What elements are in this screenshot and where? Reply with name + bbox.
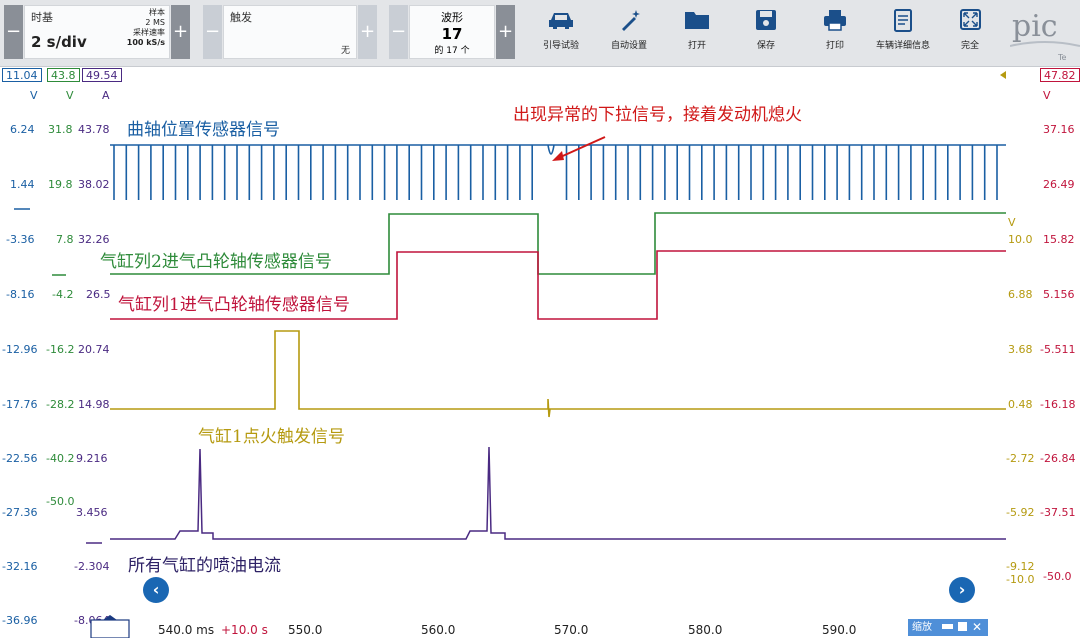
ignition-annotation: 气缸1点火触发信号 — [198, 427, 345, 447]
abnormal-pulldown-annotation: 出现异常的下拉信号，接着发动机熄火 — [513, 105, 802, 125]
auto-setup-button[interactable]: 自动设置 — [594, 4, 664, 62]
car-icon — [549, 13, 573, 29]
guided-test-button[interactable]: 引导试验 — [526, 4, 596, 62]
trigger-increase-button[interactable]: + — [358, 5, 377, 59]
fullscreen-label: 完全 — [960, 41, 979, 51]
open-button[interactable]: 打开 — [662, 4, 732, 62]
rate-label: 采样速率 — [133, 28, 165, 37]
save-button[interactable]: 保存 — [731, 4, 801, 62]
zoom-label: 缩放 — [912, 622, 932, 633]
x-axis-start: 540.0 ms — [158, 623, 215, 637]
svg-text:pic: pic — [1012, 9, 1058, 44]
vehicle-details-button[interactable]: 车辆详细信息 — [868, 4, 938, 62]
wand-icon — [622, 10, 640, 31]
time-ruler-handle — [90, 619, 130, 638]
trigger-mode: 无 — [340, 46, 350, 56]
injector-annotation: 所有气缸的喷油电流 — [128, 556, 281, 576]
samples-value: 2 MS — [145, 18, 165, 27]
folder-icon — [685, 12, 709, 29]
print-button[interactable]: 打印 — [800, 4, 870, 62]
timebase-increase-button[interactable]: + — [171, 5, 190, 59]
print-icon — [824, 10, 846, 31]
waveform-current: 17 — [441, 25, 463, 43]
samples-label: 样本 — [149, 8, 165, 17]
trigger-title: 触发 — [230, 11, 252, 24]
x-axis-tick: 590.0 — [822, 623, 857, 637]
vehicle-details-label: 车辆详细信息 — [875, 41, 930, 51]
waveform-decrease-button[interactable]: − — [389, 5, 408, 59]
crank-position-trace — [110, 144, 1006, 200]
guided-test-label: 引导试验 — [542, 41, 579, 51]
save-label: 保存 — [756, 41, 775, 51]
toolbar: − 时基 2 s/div 样本 2 MS 采样速率 100 kS/s + − 触… — [0, 0, 1080, 67]
fullscreen-button[interactable]: 完全 — [935, 4, 1005, 62]
timebase-decrease-button[interactable]: − — [4, 5, 23, 59]
trigger-panel[interactable]: 触发 无 — [223, 5, 357, 59]
scroll-right-button[interactable]: › — [949, 577, 975, 603]
cam-bank1-annotation: 气缸列1进气凸轮轴传感器信号 — [118, 295, 350, 315]
waveform-increase-button[interactable]: + — [496, 5, 515, 59]
auto-setup-label: 自动设置 — [610, 41, 647, 51]
clipboard-icon — [894, 9, 912, 32]
save-icon — [756, 10, 776, 30]
annotation-arrow — [555, 136, 606, 160]
scope-area: 11.04 43.8 49.54 47.82 V V A V V 6.24 1.… — [0, 67, 1080, 638]
x-axis-offset: +10.0 s — [221, 623, 268, 637]
timebase-title: 时基 — [31, 11, 53, 24]
ignition-trigger-trace — [110, 330, 1006, 418]
timebase-details: 样本 2 MS 采样速率 100 kS/s — [105, 8, 165, 48]
print-label: 打印 — [825, 41, 844, 51]
zoom-control[interactable]: 缩放 ✕ — [908, 619, 988, 636]
waveform-panel[interactable]: 波形 17 的 17 个 — [409, 5, 495, 59]
open-label: 打开 — [687, 41, 706, 51]
waveform-total: 的 17 个 — [434, 46, 470, 56]
time-ruler-marker — [103, 615, 117, 620]
zoom-close-icon[interactable]: ✕ — [972, 619, 982, 636]
timebase-value: 2 s/div — [31, 33, 87, 51]
timebase-panel[interactable]: 时基 2 s/div 样本 2 MS 采样速率 100 kS/s — [24, 5, 170, 59]
zoom-reset-icon[interactable] — [958, 622, 967, 631]
scroll-left-button[interactable]: ‹ — [143, 577, 169, 603]
svg-text:Te: Te — [1057, 53, 1067, 62]
channel-e-marker — [1000, 71, 1006, 79]
x-axis-tick: 580.0 — [688, 623, 723, 637]
crank-signal-annotation: 曲轴位置传感器信号 — [127, 120, 280, 140]
waveform-title: 波形 — [441, 11, 463, 24]
zoom-out-icon[interactable] — [942, 624, 953, 629]
fullscreen-icon — [960, 9, 981, 30]
pico-logo: pic Te — [1009, 2, 1080, 64]
x-axis-tick: 560.0 — [421, 623, 456, 637]
trigger-decrease-button[interactable]: − — [203, 5, 222, 59]
x-axis-tick: 570.0 — [554, 623, 589, 637]
annotation-arrowhead — [552, 151, 564, 161]
x-axis-tick: 550.0 — [288, 623, 323, 637]
injector-current-trace — [110, 446, 1006, 540]
rate-value: 100 kS/s — [126, 38, 165, 47]
cam-bank2-annotation: 气缸列2进气凸轮轴传感器信号 — [100, 252, 332, 272]
